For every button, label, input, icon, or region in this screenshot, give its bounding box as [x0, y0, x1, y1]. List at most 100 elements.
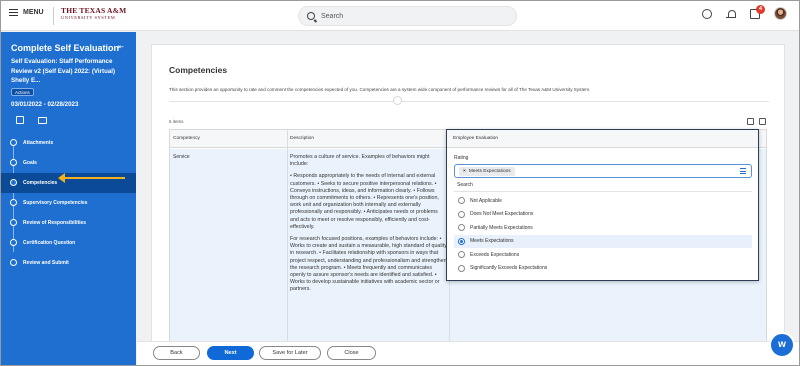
menu-label: MENU	[23, 9, 44, 16]
chat-icon[interactable]	[702, 8, 712, 19]
description-behaviors: • Responds appropriately to the needs of…	[290, 173, 439, 230]
option-label: Does Not Meet Expectations	[470, 211, 534, 218]
description-research: For research focused positions, examples…	[290, 236, 447, 293]
inbox-icon[interactable]: 4	[750, 4, 765, 19]
column-header-competency[interactable]: Competency	[170, 130, 287, 148]
step-certification-question[interactable]: Certification Question	[1, 233, 136, 253]
option-label: Exceeds Expectations	[470, 251, 520, 258]
option-label: Not Applicable	[470, 197, 502, 204]
step-label: Review of Responsibilities	[23, 220, 87, 226]
option-meets-expectations[interactable]: Meets Expectations	[454, 234, 752, 248]
step-label: Certification Question	[23, 240, 76, 246]
step-dot-icon	[10, 239, 17, 246]
step-dot-icon	[10, 199, 17, 206]
option-label: Partially Meets Expectations	[470, 224, 533, 231]
sidebar: Complete Self Evaluation ⇤ Self Evaluati…	[1, 32, 136, 365]
column-header-description[interactable]: Description	[287, 130, 449, 148]
actions-button[interactable]: Actions	[11, 88, 34, 96]
radio-icon[interactable]	[458, 197, 465, 205]
items-count: 5 items	[169, 119, 184, 124]
section-divider	[169, 101, 769, 102]
step-dot-icon	[10, 259, 17, 266]
close-button[interactable]: Close	[327, 346, 376, 360]
help-assistant-icon[interactable]: w	[769, 332, 795, 358]
radio-icon[interactable]	[458, 251, 465, 259]
hamburger-icon	[9, 9, 18, 16]
competency-cell: Service	[173, 154, 190, 160]
top-bar: MENU THE TEXAS A&M UNIVERSITY SYSTEM Sea…	[1, 1, 799, 31]
option-not-applicable[interactable]: Not Applicable	[454, 194, 752, 208]
topbar-divider	[53, 7, 54, 25]
table-tools	[747, 118, 766, 125]
radio-icon[interactable]	[458, 224, 465, 232]
logo-line-2: UNIVERSITY SYSTEM	[61, 14, 116, 20]
step-supervisory-competencies[interactable]: Supervisory Competencies	[1, 193, 136, 213]
avatar[interactable]	[774, 7, 787, 20]
step-dot-icon	[10, 139, 17, 146]
step-dot-icon	[10, 159, 17, 166]
collapse-toggle-icon[interactable]	[393, 96, 402, 105]
step-competencies[interactable]: Competencies	[1, 173, 136, 193]
save-for-later-button[interactable]: Save for Later	[259, 346, 321, 360]
next-button[interactable]: Next	[207, 346, 254, 360]
list-prompt-icon[interactable]	[740, 168, 746, 174]
search-icon	[307, 12, 315, 20]
option-exceeds[interactable]: Exceeds Expectations	[454, 248, 752, 262]
sidebar-tools	[16, 116, 47, 124]
rating-options: Not Applicable Does Not Meet Expectation…	[454, 194, 752, 275]
option-partially-meets[interactable]: Partially Meets Expectations	[454, 221, 752, 235]
selected-rating-chip[interactable]: × Meets Expectations	[459, 167, 515, 176]
description-intro: Promotes a culture of service. Examples …	[290, 154, 430, 168]
option-significantly-exceeds[interactable]: Significantly Exceeds Expectations	[454, 262, 752, 276]
option-label: Significantly Exceeds Expectations	[470, 265, 548, 272]
steps-list: Attachments Goals Competencies Superviso…	[1, 133, 136, 273]
radio-icon[interactable]	[458, 210, 465, 218]
option-does-not-meet[interactable]: Does Not Meet Expectations	[454, 208, 752, 222]
action-bar: Back Next Save for Later Close	[137, 341, 799, 365]
option-label: Meets Expectations	[470, 238, 514, 245]
document-icon[interactable]	[16, 116, 24, 124]
dropdown-search-input[interactable]: Search	[457, 182, 473, 188]
app-window: MENU THE TEXAS A&M UNIVERSITY SYSTEM Sea…	[0, 0, 800, 366]
employee-evaluation-panel: Employee Evaluation Rating × Meets Expect…	[446, 129, 759, 281]
sidebar-title: Complete Self Evaluation	[11, 43, 120, 53]
chip-label: Meets Expectations	[468, 169, 511, 174]
step-review-and-submit[interactable]: Review and Submit	[1, 253, 136, 273]
rating-label: Rating	[454, 155, 469, 161]
table-view-icon[interactable]	[747, 118, 754, 125]
step-dot-icon	[10, 219, 17, 226]
step-dot-icon	[10, 179, 17, 186]
step-attachments[interactable]: Attachments	[1, 133, 136, 153]
expand-icon[interactable]	[759, 118, 766, 125]
radio-selected-icon[interactable]	[458, 237, 465, 245]
step-label: Supervisory Competencies	[23, 200, 88, 206]
inbox-badge: 4	[756, 4, 765, 14]
radio-icon[interactable]	[458, 264, 465, 272]
rating-select[interactable]: × Meets Expectations	[454, 164, 752, 178]
step-label: Review and Submit	[23, 260, 69, 266]
sidebar-subtitle[interactable]: Self Evaluation: Staff Performance Revie…	[11, 57, 116, 86]
step-review-of-responsibilities[interactable]: Review of Responsibilities	[1, 213, 136, 233]
review-period-dates: 03/01/2022 - 02/28/2023	[11, 101, 79, 108]
column-separator	[287, 130, 288, 344]
step-goals[interactable]: Goals	[1, 153, 136, 173]
back-button[interactable]: Back	[153, 346, 200, 360]
collapse-sidebar-icon[interactable]: ⇤	[118, 43, 124, 51]
menu-button[interactable]: MENU	[9, 9, 44, 16]
section-description: This section provides an opportunity to …	[169, 87, 591, 92]
search-placeholder: Search	[321, 12, 344, 20]
step-label: Competencies	[23, 180, 58, 186]
notifications-bell-icon[interactable]	[726, 9, 736, 19]
search-input[interactable]: Search	[298, 6, 517, 26]
remove-chip-icon[interactable]: ×	[463, 169, 466, 174]
evaluation-header: Employee Evaluation	[447, 130, 758, 148]
description-cell: Promotes a culture of service. Examples …	[290, 154, 447, 299]
top-icons: 4	[702, 4, 787, 20]
print-icon[interactable]	[38, 117, 47, 124]
dropdown-divider	[454, 191, 752, 192]
organization-logo[interactable]: THE TEXAS A&M UNIVERSITY SYSTEM	[61, 7, 126, 20]
step-label: Attachments	[23, 140, 54, 146]
step-label: Goals	[23, 160, 37, 166]
page-title: Competencies	[169, 65, 228, 75]
logo-line-1: THE TEXAS A&M	[61, 6, 127, 15]
